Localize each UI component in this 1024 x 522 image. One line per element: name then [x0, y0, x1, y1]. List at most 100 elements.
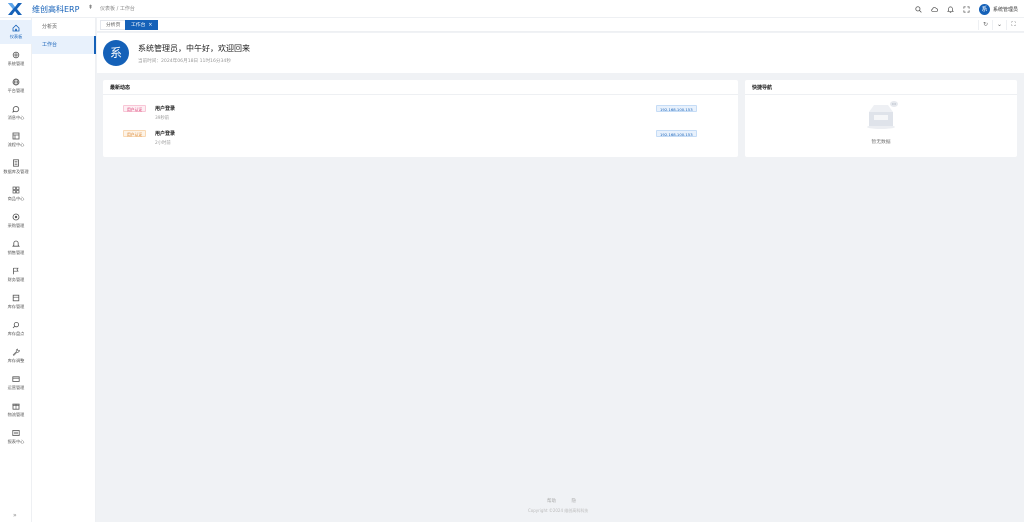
ip-badge: 192.168.100.153 — [656, 130, 697, 137]
maximize-icon[interactable]: ⛶ — [1006, 20, 1020, 30]
breadcrumb-item: 工作台 — [119, 6, 135, 12]
chevron-down-icon[interactable]: ⌄ — [992, 20, 1006, 30]
sidebar-item-label: 库存管理 — [7, 304, 25, 309]
flow-icon — [12, 132, 20, 140]
tab-label: 分析页 — [106, 23, 121, 28]
pin-icon[interactable]: ⇞ — [88, 4, 93, 11]
gear-icon — [12, 51, 20, 59]
footer-link[interactable]: 隐 — [571, 499, 576, 504]
activity-time: 2小时前 — [155, 141, 171, 146]
chat-icon — [12, 105, 20, 113]
breadcrumb-separator: / — [116, 6, 119, 12]
home-icon — [12, 24, 20, 32]
cloud-icon[interactable] — [931, 6, 938, 13]
bell-icon[interactable] — [947, 6, 954, 13]
sidebar-item-sales[interactable]: 销售管理 — [0, 236, 32, 260]
tab-workbench[interactable]: 工作台 × — [125, 20, 159, 30]
sidebar-item-label: 财务管理 — [7, 277, 25, 282]
sidebar-item-label: 库存调整 — [7, 358, 25, 363]
avatar: 系 — [103, 40, 129, 66]
sidebar-item-operations[interactable]: 运营管理 — [0, 371, 32, 395]
ip-badge: 192.168.100.153 — [656, 105, 697, 112]
category-tag: 用户认证 — [123, 105, 147, 112]
activity-card: 最新动态 用户认证 用户登录 39秒前 192.168.100.153 用户认证… — [103, 80, 738, 157]
sidebar-item-label: 销售管理 — [7, 250, 25, 255]
sidebar-item-products[interactable]: 商品中心 — [0, 182, 32, 206]
avatar[interactable]: 系 — [978, 3, 990, 15]
sidebar-item-label: 流程中心 — [7, 142, 25, 147]
sidebar-item-label: 库存盘点 — [7, 331, 25, 336]
greeting-text: 系统管理员，中午好，欢迎回来 — [138, 44, 250, 53]
logo-icon[interactable] — [8, 3, 22, 15]
breadcrumb: 仪表板 / 工作台 — [100, 5, 135, 12]
collapse-sidebar-button[interactable]: » — [13, 512, 17, 519]
globe-icon — [12, 78, 20, 86]
grid-icon — [12, 186, 20, 194]
gift-icon — [12, 402, 20, 410]
footer-link[interactable]: 帮助 — [547, 499, 556, 504]
sidebar-item-adjust[interactable]: 库存调整 — [0, 344, 32, 368]
wrench-icon — [12, 348, 20, 356]
sidebar-item-label: 消息中心 — [7, 115, 25, 120]
activity-title: 用户登录 — [155, 106, 176, 112]
tab-bar: 分析页 工作台 × ↻ ⌄ ⛶ — [97, 18, 1024, 32]
empty-state-text: 暂无数据 — [871, 140, 891, 145]
subnav-item-workbench[interactable]: 工作台 — [32, 36, 96, 54]
tab-analysis[interactable]: 分析页 — [100, 20, 127, 30]
sidebar-item-finance[interactable]: 财务管理 — [0, 263, 32, 287]
user-name[interactable]: 系统管理员 — [993, 6, 1018, 13]
divider — [745, 94, 1017, 95]
sidebar-item-label: 商品中心 — [7, 196, 25, 201]
sidebar-item-label: 系统管理 — [7, 61, 25, 66]
search-icon — [12, 321, 20, 329]
sidebar-item-messages[interactable]: 消息中心 — [0, 101, 32, 125]
refresh-icon[interactable]: ↻ — [978, 20, 992, 30]
database-icon — [12, 159, 20, 167]
sidebar-item-label: 运营管理 — [7, 385, 25, 390]
report-icon — [12, 429, 20, 437]
sidebar-item-platform[interactable]: 平台管理 — [0, 74, 32, 98]
tab-label: 工作台 — [131, 23, 146, 28]
flag-icon — [12, 267, 20, 275]
fullscreen-icon[interactable] — [963, 6, 970, 13]
sidebar-item-label: 仪表板 — [9, 34, 23, 39]
breadcrumb-item[interactable]: 仪表板 — [100, 6, 115, 12]
card-icon — [12, 375, 20, 383]
sidebar-item-reports[interactable]: 报表中心 — [0, 425, 32, 449]
card-title: 快捷导航 — [752, 85, 773, 91]
activity-time: 39秒前 — [155, 116, 170, 121]
card-title: 最新动态 — [110, 85, 131, 91]
sidebar-item-label: 平台管理 — [7, 88, 25, 93]
footer-links: 帮助 隐 — [540, 498, 583, 504]
sidebar-item-flow[interactable]: 流程中心 — [0, 128, 32, 152]
app-title: 维创高科ERP — [32, 5, 80, 14]
sidebar-item-label: 报表中心 — [7, 439, 25, 444]
purchase-icon — [12, 213, 20, 221]
sidebar-item-stocktake[interactable]: 库存盘点 — [0, 317, 32, 341]
list-item[interactable]: 用户认证 用户登录 39秒前 192.168.100.153 — [123, 104, 723, 124]
list-item[interactable]: 用户认证 用户登录 2小时前 192.168.100.153 — [123, 129, 723, 149]
sidebar-item-label: 物流管理 — [7, 412, 25, 417]
bell-icon — [12, 240, 20, 248]
search-icon[interactable] — [915, 5, 922, 13]
sidebar-item-database[interactable]: 数据库及管理 — [0, 155, 32, 179]
subnav-item-analysis[interactable]: 分析页 — [32, 18, 96, 36]
current-time: 当前时间：2024年06月18日 11时16分34秒 — [138, 59, 231, 64]
quick-nav-card: 快捷导航 暂无数据 — [745, 80, 1017, 157]
top-bar: 维创高科ERP ⇞ 仪表板 / 工作台 系 系统管理员 — [0, 0, 1024, 18]
sidebar-item-logistics[interactable]: 物流管理 — [0, 398, 32, 422]
divider — [103, 94, 738, 95]
box-icon — [12, 294, 20, 302]
sidebar-item-inventory[interactable]: 库存管理 — [0, 290, 32, 314]
tab-tools: ↻ ⌄ ⛶ — [978, 20, 1020, 30]
welcome-banner: 系 系统管理员，中午好，欢迎回来 当前时间：2024年06月18日 11时16分… — [97, 33, 1024, 73]
copyright: Copyright ©2024 维创高科科技 — [528, 508, 589, 513]
header-actions: 系 系统管理员 — [915, 2, 1018, 16]
sub-navigation: 分析页 工作台 — [32, 18, 96, 522]
sidebar-item-dashboard[interactable]: 仪表板 — [0, 20, 32, 44]
sidebar-item-purchase[interactable]: 采购管理 — [0, 209, 32, 233]
sidebar-item-system[interactable]: 系统管理 — [0, 47, 32, 71]
activity-title: 用户登录 — [155, 131, 176, 137]
close-icon[interactable]: × — [148, 23, 152, 28]
empty-box-icon — [865, 100, 899, 130]
